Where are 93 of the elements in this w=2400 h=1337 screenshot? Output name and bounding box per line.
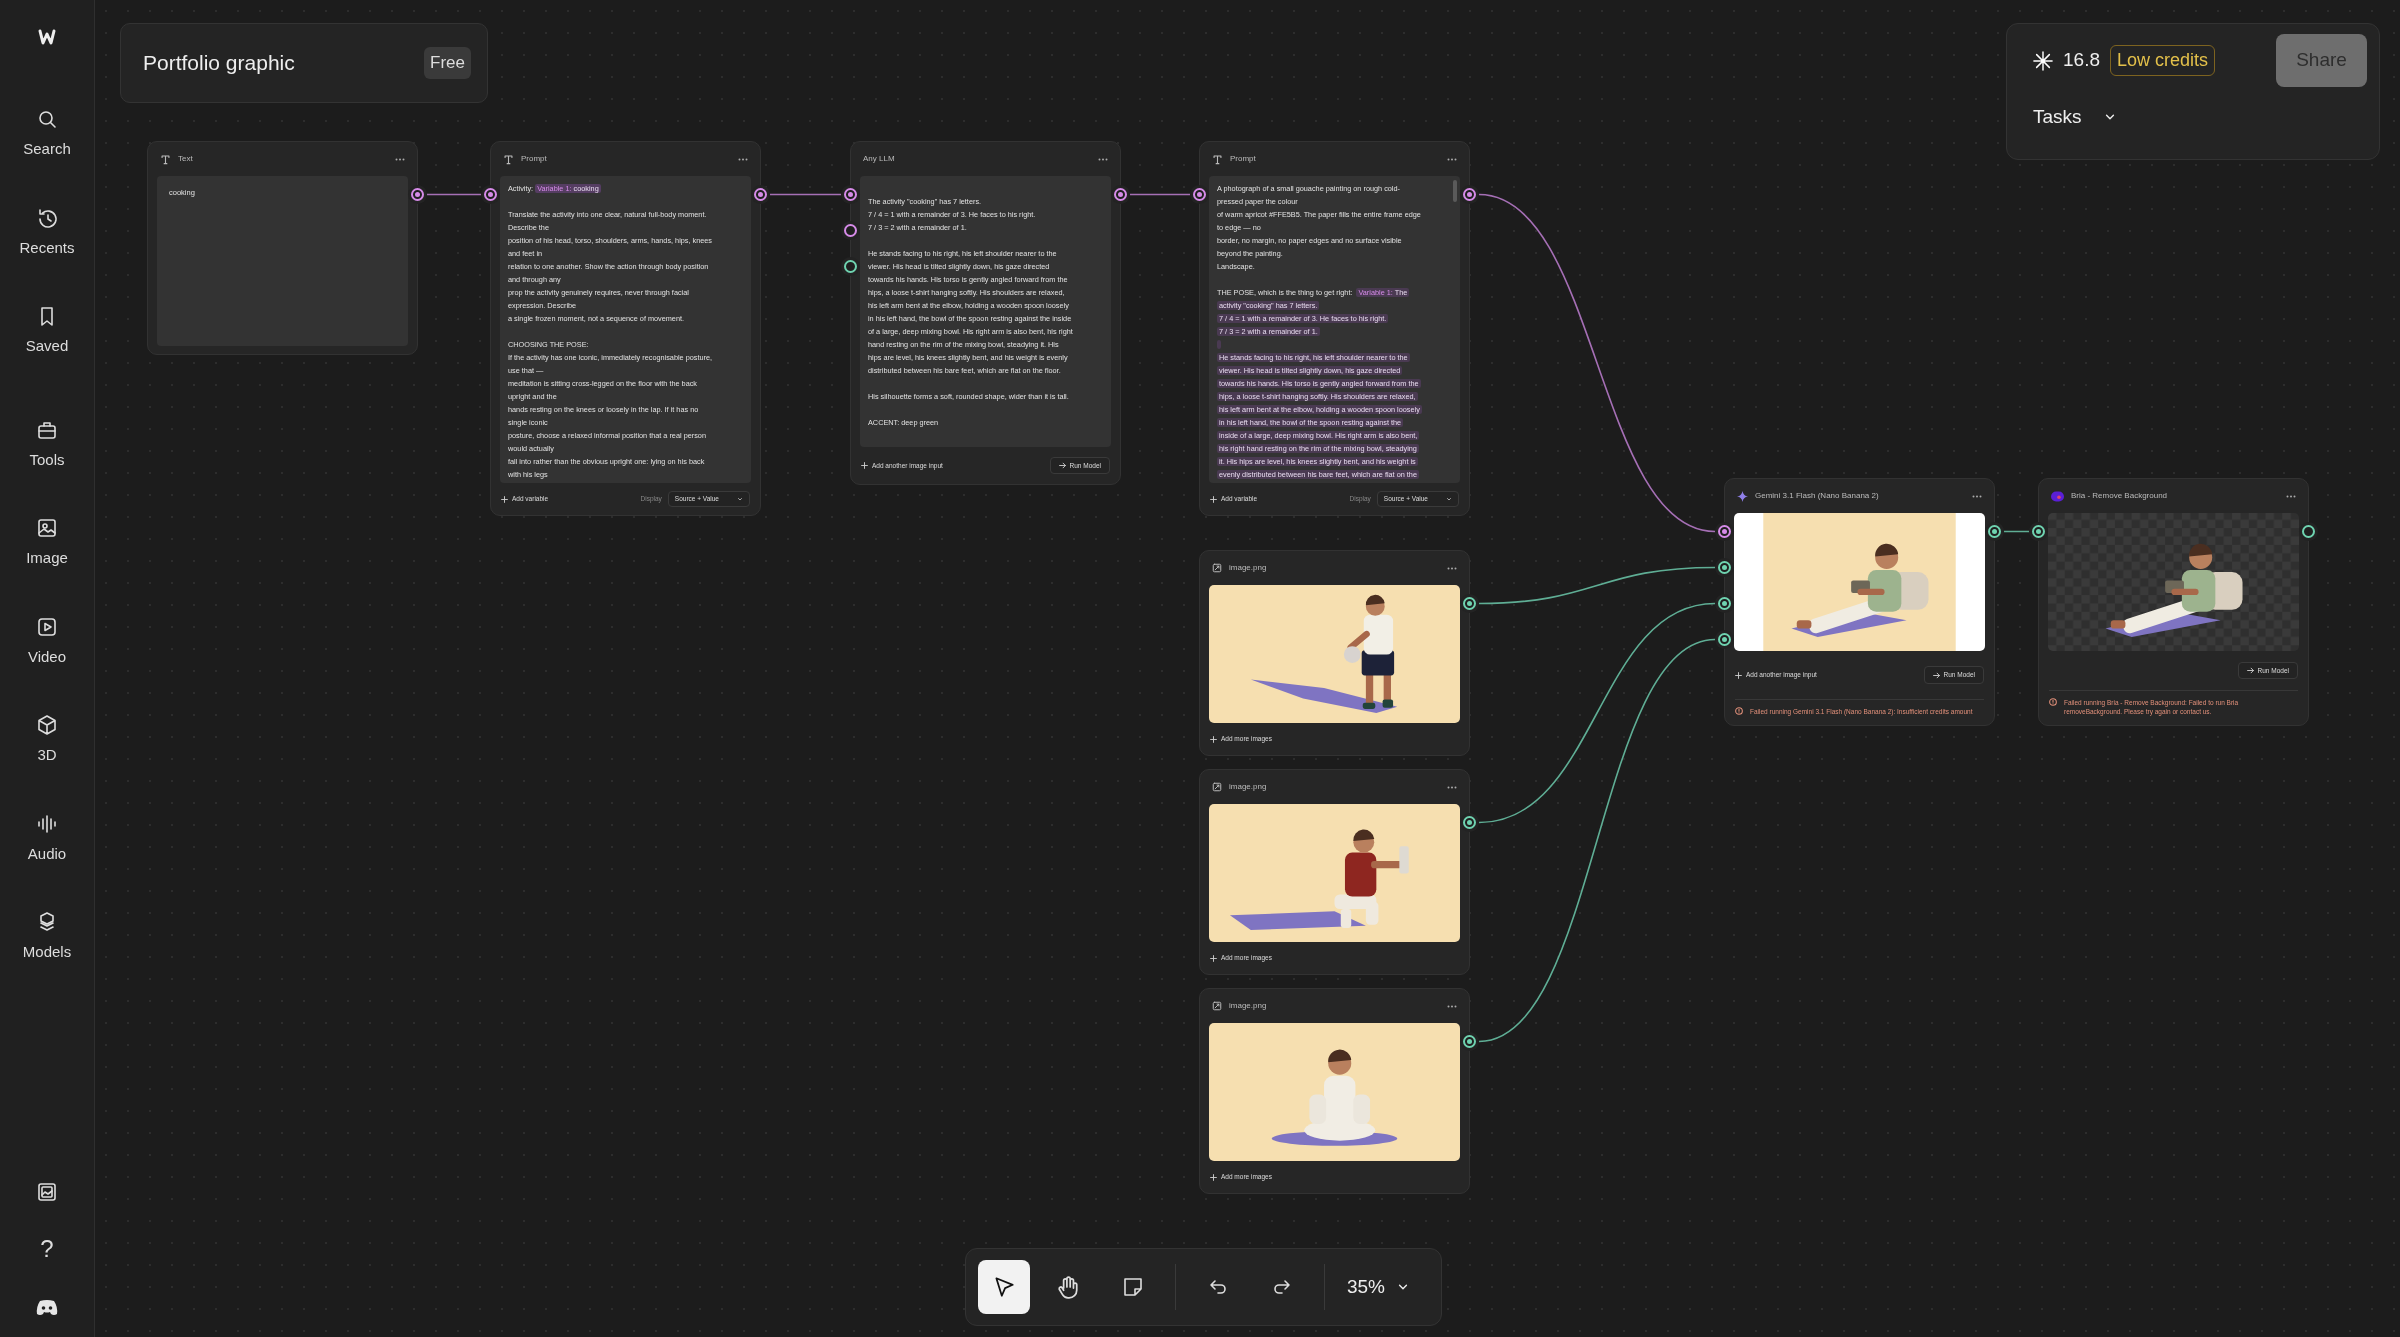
sidebar-item[interactable]: Image [26, 517, 68, 570]
history-icon [36, 206, 58, 229]
text-icon [1212, 153, 1223, 165]
credit-balance: 16.8 [2063, 48, 2100, 73]
node-title: Any LLM [863, 153, 896, 165]
node-title: Prompt [1230, 153, 1257, 165]
gallery-icon[interactable] [36, 1180, 58, 1203]
plus-icon [1210, 495, 1217, 503]
connector-line [426, 193, 482, 196]
sidebar-item[interactable]: Search [23, 108, 71, 161]
input-port[interactable] [1718, 525, 1731, 538]
text-icon [503, 153, 514, 165]
scrollbar[interactable] [1453, 180, 1457, 202]
input-port[interactable] [2032, 525, 2045, 538]
low-credits-badge: Low credits [2110, 45, 2216, 76]
plus-icon [501, 495, 508, 503]
more-options-icon[interactable] [1447, 566, 1457, 570]
input-port[interactable] [844, 224, 857, 237]
output-port[interactable] [1988, 525, 2001, 538]
input-port[interactable] [1193, 188, 1206, 201]
output-port[interactable] [1114, 188, 1127, 201]
node-title: Gemini 3.1 Flash (Nano Banana 2) [1755, 490, 1880, 502]
more-options-icon[interactable] [2286, 494, 2296, 498]
play-icon [36, 615, 58, 638]
connector-line [1129, 193, 1191, 196]
more-options-icon[interactable] [395, 157, 405, 161]
sidebar-item[interactable]: Recents [19, 206, 75, 259]
more-options-icon[interactable] [1972, 494, 1982, 498]
input-port[interactable] [844, 260, 857, 273]
project-title: Portfolio graphic [143, 50, 295, 77]
input-port[interactable] [1718, 597, 1731, 610]
node-title: image.png [1229, 781, 1268, 793]
sparkle-icon [1737, 490, 1748, 502]
output-port[interactable] [1463, 597, 1476, 610]
more-options-icon[interactable] [738, 157, 748, 161]
sidebar-item[interactable]: Tools [29, 418, 65, 471]
prompt-editor[interactable] [1209, 176, 1460, 483]
output-port[interactable] [1463, 1035, 1476, 1048]
image-icon [1212, 1001, 1222, 1011]
plus-icon [1210, 954, 1217, 962]
prompt-editor[interactable] [500, 176, 751, 483]
help-link[interactable]: ? [40, 1237, 54, 1261]
plus-icon [861, 462, 868, 469]
plan-badge: Free [424, 47, 471, 79]
tasks-dropdown[interactable]: Tasks [2033, 103, 2116, 132]
caret-icon [737, 496, 743, 502]
text-icon [160, 153, 171, 165]
output-port[interactable] [1463, 188, 1476, 201]
waveform-icon [36, 812, 58, 835]
hand-icon [1056, 1275, 1081, 1299]
output-port[interactable] [2302, 525, 2315, 538]
more-options-icon[interactable] [1447, 157, 1457, 161]
more-options-icon[interactable] [1098, 157, 1108, 161]
more-options-icon[interactable] [1447, 1004, 1457, 1008]
node-title: Prompt [521, 153, 548, 165]
logo-icon [2051, 490, 2064, 502]
node-title: Bria - Remove Background [2071, 490, 2169, 502]
input-port[interactable] [484, 188, 497, 201]
sidebar-item[interactable]: Video [27, 615, 67, 668]
sticky-note-icon [1121, 1276, 1144, 1298]
sparkle-icon [2033, 50, 2053, 71]
node-title: image.png [1229, 1000, 1268, 1012]
output-port[interactable] [411, 188, 424, 201]
arrow-icon [1058, 462, 1066, 469]
output-port[interactable] [1463, 816, 1476, 829]
plus-icon [1210, 1173, 1217, 1181]
sidebar-item[interactable]: Audio [27, 812, 67, 865]
node-title: image.png [1229, 562, 1268, 574]
arrow-icon [2246, 667, 2254, 674]
image-icon [1212, 563, 1222, 573]
sidebar-item[interactable]: 3D [36, 714, 58, 767]
input-port[interactable] [1718, 561, 1731, 574]
node-title: Text [178, 153, 194, 165]
search-icon [36, 108, 58, 130]
game-controller-icon[interactable] [35, 1298, 59, 1317]
plus-icon [1210, 735, 1217, 743]
zoom-dropdown[interactable]: 35% [1340, 1271, 1415, 1303]
sidebar-item[interactable]: Models [22, 911, 72, 964]
sidebar-item[interactable]: Saved [25, 305, 69, 358]
image-icon [36, 517, 58, 539]
warning-icon [1735, 707, 1743, 715]
warning-icon [2049, 698, 2057, 706]
arrow-icon [1932, 671, 1940, 679]
output-port[interactable] [754, 188, 767, 201]
connector-line [2003, 530, 2030, 533]
input-port[interactable] [844, 188, 857, 201]
select-tool-button[interactable] [978, 1260, 1031, 1314]
input-port[interactable] [1718, 633, 1731, 646]
cube-icon [36, 714, 58, 736]
plus-icon [1735, 671, 1742, 679]
more-options-icon[interactable] [1447, 785, 1457, 789]
caret-icon [1446, 496, 1452, 502]
image-icon [1212, 782, 1222, 792]
